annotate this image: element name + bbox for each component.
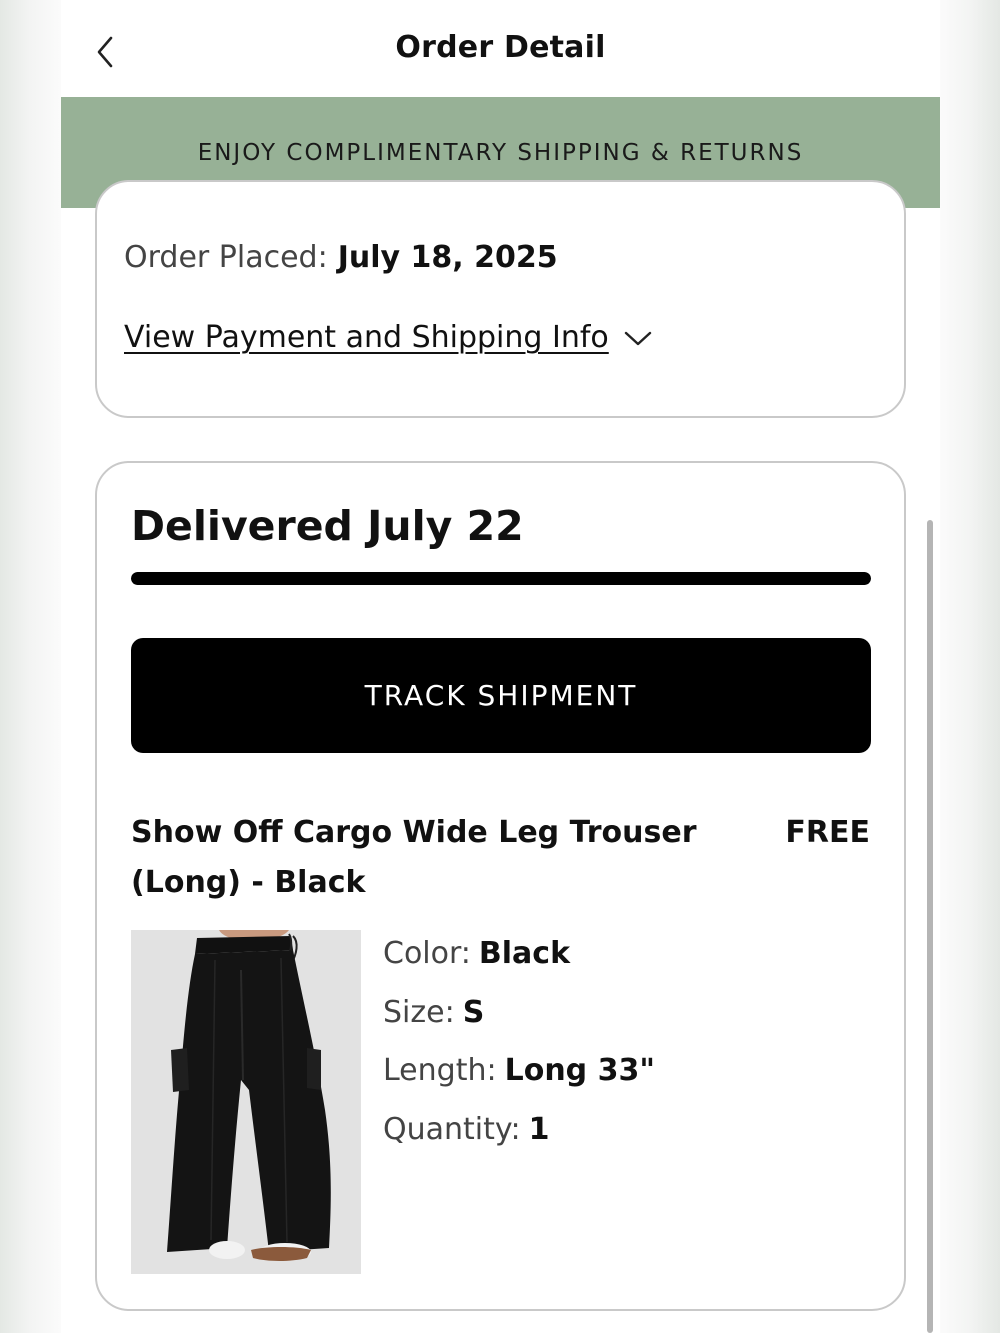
track-shipment-button[interactable]: TRACK SHIPMENT <box>131 638 871 753</box>
product-price: FREE <box>785 815 870 850</box>
attribute-label: Quantity: <box>383 1111 521 1147</box>
header: Order Detail <box>61 0 940 97</box>
promo-banner-text: ENJOY COMPLIMENTARY SHIPPING & RETURNS <box>197 139 804 166</box>
attribute-color: Color: Black <box>383 930 655 989</box>
product-attributes: Color: Black Size: S Length: Long 33" Quant… <box>383 930 655 1164</box>
attribute-value: 1 <box>528 1111 550 1147</box>
attribute-label: Length: <box>383 1053 497 1088</box>
delivery-progress-fill <box>131 572 871 585</box>
order-placed: Order Placed: July 18, 2025 <box>124 240 558 275</box>
chevron-down-icon <box>624 331 651 345</box>
order-detail-screen: Order Detail ENJOY COMPLIMENTARY SHIPPIN… <box>61 0 940 1333</box>
attribute-quantity: Quantity: 1 <box>383 1106 655 1165</box>
attribute-value: Black <box>478 936 571 971</box>
attribute-value: Long 33" <box>504 1053 655 1088</box>
attribute-size: Size: S <box>383 989 655 1048</box>
delivery-status: Delivered July 22 <box>131 502 524 550</box>
attribute-value: S <box>462 994 485 1030</box>
order-placed-label: Order Placed: <box>124 240 328 275</box>
order-summary-card <box>95 180 906 418</box>
view-payment-shipping-label: View Payment and Shipping Info <box>124 320 609 355</box>
delivery-progress-bar <box>131 572 871 585</box>
scrollbar[interactable] <box>927 520 933 1333</box>
attribute-length: Length: Long 33" <box>383 1047 655 1106</box>
product-image[interactable] <box>131 930 361 1274</box>
order-placed-date: July 18, 2025 <box>337 240 558 275</box>
product-name[interactable]: Show Off Cargo Wide Leg Trouser (Long) -… <box>131 808 701 908</box>
attribute-label: Size: <box>383 994 455 1030</box>
product-photo-illustration <box>131 930 361 1274</box>
view-payment-shipping-link[interactable]: View Payment and Shipping Info <box>124 320 653 355</box>
page-title: Order Detail <box>395 30 606 65</box>
attribute-label: Color: <box>383 936 471 971</box>
